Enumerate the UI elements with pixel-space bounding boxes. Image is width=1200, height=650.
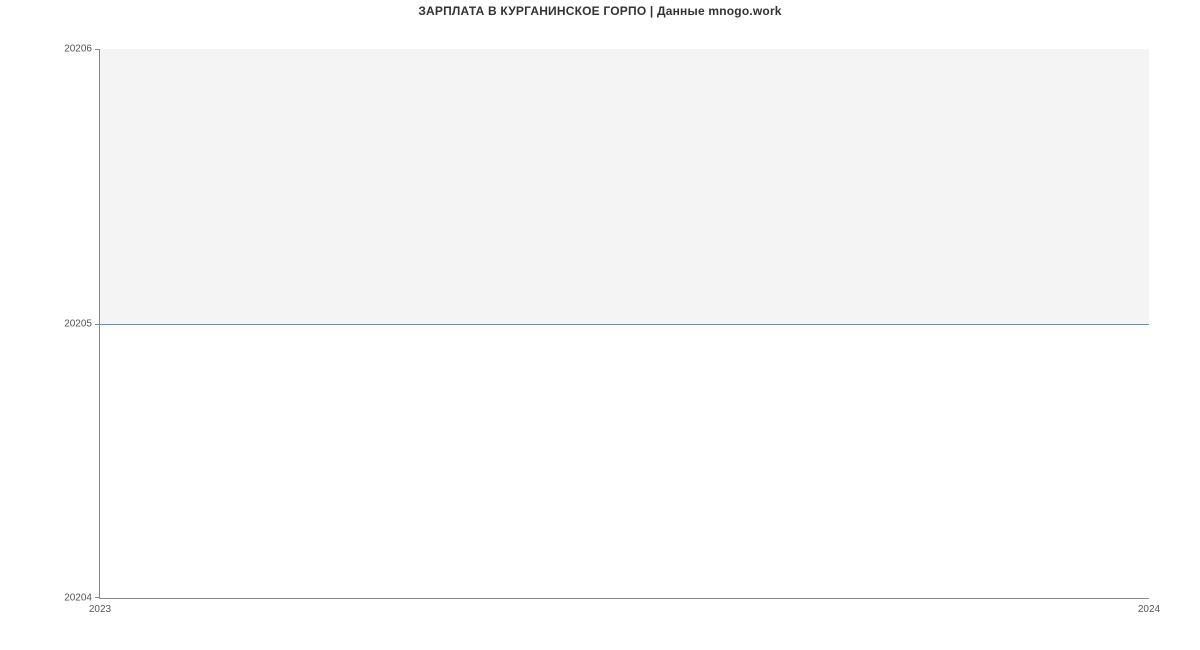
x-tick-label: 2024 bbox=[1138, 604, 1160, 615]
data-line bbox=[100, 324, 1149, 325]
y-tick-label: 20205 bbox=[64, 318, 92, 329]
grid-band-upper bbox=[100, 49, 1149, 324]
plot-area: 20206 20205 20204 2023 2024 bbox=[99, 49, 1149, 599]
x-tick-label: 2023 bbox=[89, 604, 111, 615]
y-tick bbox=[95, 49, 100, 50]
y-tick-label: 20204 bbox=[64, 593, 92, 604]
salary-chart: ЗАРПЛАТА В КУРГАНИНСКОЕ ГОРПО | Данные m… bbox=[0, 0, 1200, 650]
y-tick-label: 20206 bbox=[64, 44, 92, 55]
chart-title: ЗАРПЛАТА В КУРГАНИНСКОЕ ГОРПО | Данные m… bbox=[0, 4, 1200, 18]
y-tick bbox=[95, 597, 100, 598]
